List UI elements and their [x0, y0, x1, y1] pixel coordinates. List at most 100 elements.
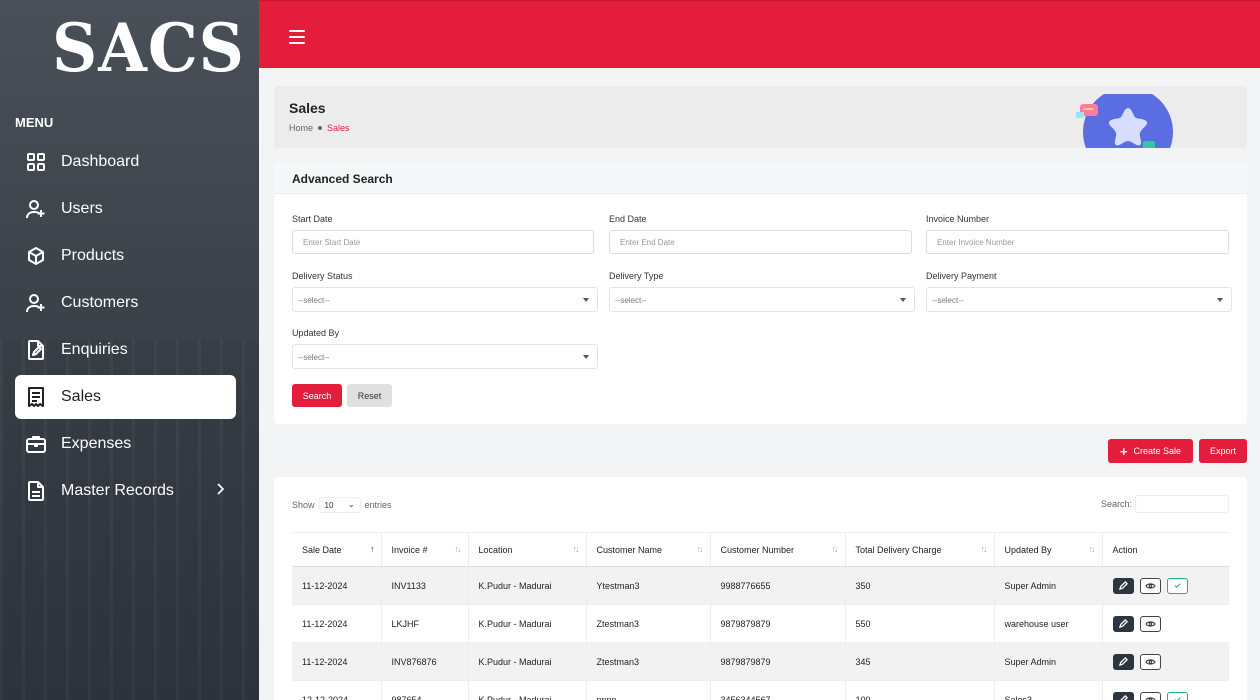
- grid-icon: [25, 151, 47, 173]
- sidebar-item-customers[interactable]: Customers: [15, 281, 236, 325]
- receipt-icon: [25, 386, 47, 408]
- breadcrumb: Home Sales: [289, 123, 350, 133]
- delivery-type-select[interactable]: --select--: [609, 287, 915, 312]
- cell-customer-number: 9988776655: [710, 566, 846, 605]
- show-label: Show: [292, 500, 315, 510]
- approve-button[interactable]: [1166, 577, 1188, 594]
- eye-icon: [1144, 696, 1156, 700]
- caret-down-icon: [583, 298, 589, 302]
- column-header-invoice[interactable]: Invoice # ↑↓: [381, 532, 469, 567]
- column-header-location[interactable]: Location ↑↓: [468, 532, 587, 567]
- create-sale-button[interactable]: + Create Sale: [1108, 439, 1193, 463]
- reset-button[interactable]: Reset: [347, 384, 392, 407]
- column-header-updated-by[interactable]: Updated By ↑↓: [994, 532, 1103, 567]
- column-label: Location: [478, 544, 513, 555]
- end-date-label: End Date: [609, 214, 647, 224]
- invoice-number-input[interactable]: Enter Invoice Number: [926, 230, 1229, 254]
- delivery-payment-select[interactable]: --select--: [926, 287, 1232, 312]
- sidebar-item-products[interactable]: Products: [15, 234, 236, 278]
- cell-actions: [1102, 604, 1229, 643]
- cell-customer-name: Ztestman3: [586, 604, 711, 643]
- advanced-search-panel: Advanced Search Start Date Enter Start D…: [274, 162, 1247, 424]
- sidebar-item-users[interactable]: Users: [15, 187, 236, 231]
- edit-button[interactable]: [1112, 615, 1134, 632]
- start-date-field: Start Date Enter Start Date: [292, 214, 594, 254]
- eye-icon: [1144, 658, 1156, 665]
- edit-button[interactable]: [1112, 653, 1134, 670]
- document-icon: [25, 480, 47, 502]
- eye-icon: [1144, 582, 1156, 589]
- breadcrumb-current: Sales: [327, 123, 350, 133]
- search-button[interactable]: Search: [292, 384, 342, 407]
- sort-icon: ↑↓: [454, 544, 462, 554]
- cell-delivery-charge: 100: [845, 680, 995, 700]
- table-search-input[interactable]: [1135, 495, 1229, 513]
- cell-updated-by: Super Admin: [994, 642, 1103, 681]
- sidebar-item-label: Sales: [61, 388, 102, 405]
- cell-actions: [1102, 566, 1229, 605]
- cell-sale-date: 12-12-2024: [292, 680, 382, 700]
- cell-delivery-charge: 550: [845, 604, 995, 643]
- sidebar-item-enquiries[interactable]: Enquiries: [15, 328, 236, 372]
- start-date-input[interactable]: Enter Start Date: [292, 230, 594, 254]
- invoice-number-label: Invoice Number: [926, 214, 990, 224]
- column-header-customer-number[interactable]: Customer Number ↑↓: [710, 532, 846, 567]
- hamburger-menu-icon[interactable]: [289, 30, 305, 44]
- sort-icon: ↑↓: [572, 544, 580, 554]
- user-plus-icon: [25, 198, 47, 220]
- column-header-customer-name[interactable]: Customer Name ↑↓: [586, 532, 711, 567]
- view-button[interactable]: [1139, 577, 1161, 594]
- sidebar-item-label: Enquiries: [61, 341, 128, 358]
- cell-customer-name: Ytestman3: [586, 566, 711, 605]
- cell-invoice: LKJHF: [381, 604, 469, 643]
- edit-button[interactable]: [1112, 691, 1134, 700]
- view-button[interactable]: [1139, 691, 1161, 700]
- cell-updated-by: Super Admin: [994, 566, 1103, 605]
- sidebar-item-sales[interactable]: Sales: [15, 375, 236, 419]
- cell-location: K.Pudur - Madurai: [468, 680, 587, 700]
- breadcrumb-home[interactable]: Home: [289, 123, 313, 133]
- cell-customer-name: nnnn: [586, 680, 711, 700]
- cell-updated-by: Sales3: [994, 680, 1103, 700]
- cell-customer-number: 3456344567: [710, 680, 846, 700]
- column-label: Customer Name: [596, 544, 663, 555]
- end-date-input[interactable]: Enter End Date: [609, 230, 912, 254]
- page-header: Sales Home Sales: [274, 86, 1247, 148]
- delivery-status-select[interactable]: --select--: [292, 287, 598, 312]
- column-label: Action: [1112, 544, 1138, 555]
- briefcase-icon: [25, 433, 47, 455]
- brand-logo[interactable]: SACS: [52, 14, 245, 82]
- updated-by-select[interactable]: --select--: [292, 344, 598, 369]
- sidebar-item-label: Expenses: [61, 435, 132, 452]
- sidebar-item-dashboard[interactable]: Dashboard: [15, 140, 236, 184]
- table-row: 11-12-2024 LKJHF K.Pudur - Madurai Ztestman…: [292, 604, 1229, 643]
- updated-by-label: Updated By: [292, 328, 340, 338]
- page-title: Sales: [289, 100, 326, 116]
- column-label: Sale Date: [302, 544, 342, 555]
- cell-location: K.Pudur - Madurai: [468, 642, 587, 681]
- column-label: Customer Number: [720, 544, 795, 555]
- delivery-status-label: Delivery Status: [292, 271, 353, 281]
- entries-select[interactable]: 10 ⌄: [318, 497, 361, 513]
- view-button[interactable]: [1139, 615, 1161, 632]
- export-button[interactable]: Export: [1199, 439, 1247, 463]
- column-header-sale-date[interactable]: Sale Date ↑: [292, 532, 382, 567]
- cell-updated-by: warehouse user: [994, 604, 1103, 643]
- entries-value: 10: [324, 501, 334, 510]
- invoice-number-field: Invoice Number Enter Invoice Number: [926, 214, 1229, 254]
- plus-icon: +: [1119, 443, 1128, 459]
- sidebar-item-label: Products: [61, 247, 125, 264]
- cell-customer-name: Ztestman3: [586, 642, 711, 681]
- cell-delivery-charge: 345: [845, 642, 995, 681]
- column-header-action: Action: [1102, 532, 1229, 567]
- cell-invoice: INV876876: [381, 642, 469, 681]
- cell-customer-number: 9879879879: [710, 604, 846, 643]
- view-button[interactable]: [1139, 653, 1161, 670]
- approve-button[interactable]: [1166, 691, 1188, 700]
- sidebar-item-master-records[interactable]: Master Records: [15, 469, 236, 513]
- updated-by-field: Updated By --select--: [292, 328, 598, 369]
- column-header-total-delivery-charge[interactable]: Total Delivery Charge ↑↓: [845, 532, 995, 567]
- sidebar-item-expenses[interactable]: Expenses: [15, 422, 236, 466]
- delivery-payment-field: Delivery Payment --select--: [926, 271, 1232, 312]
- edit-button[interactable]: [1112, 577, 1134, 594]
